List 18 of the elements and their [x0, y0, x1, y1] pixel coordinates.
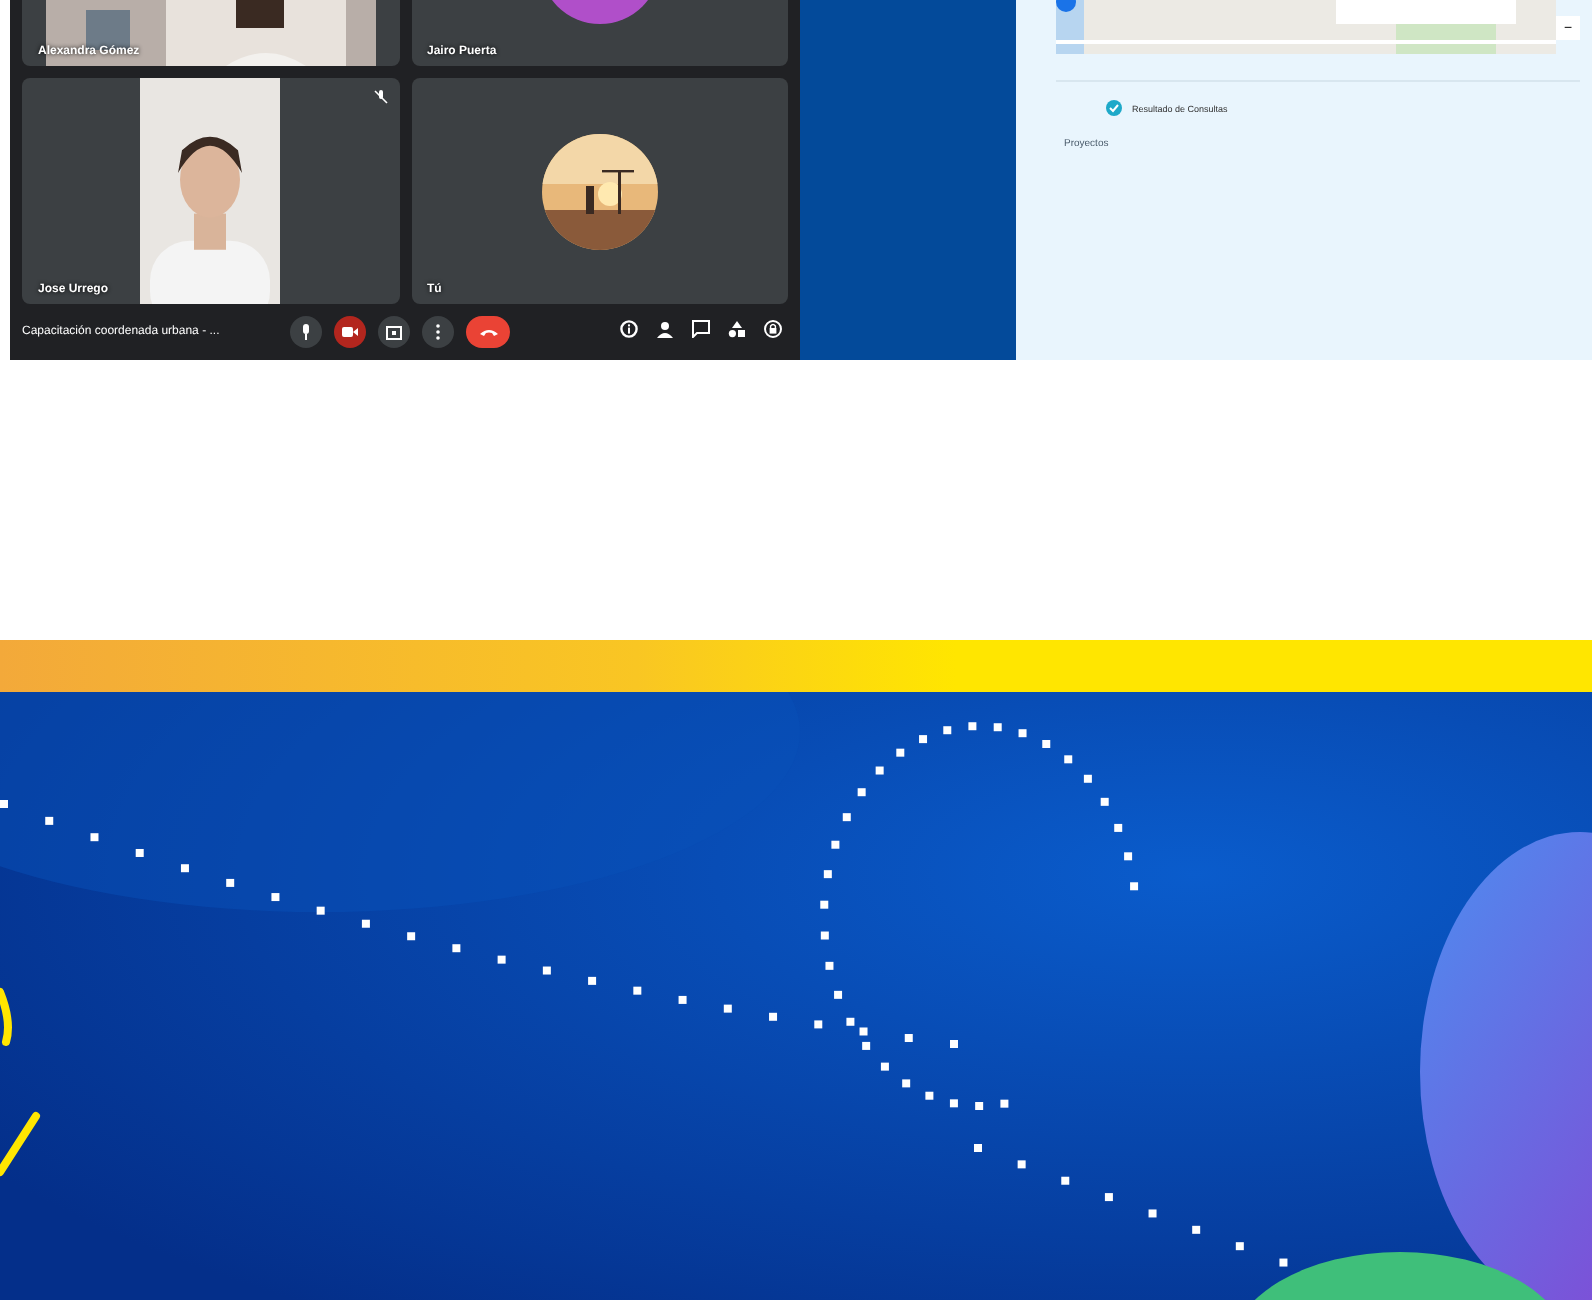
- shapes-icon: [728, 320, 746, 338]
- checkbox[interactable]: [1106, 100, 1122, 116]
- lock-icon: [764, 320, 782, 338]
- mic-icon: [300, 324, 312, 340]
- present-icon: [386, 325, 402, 339]
- hangup-button[interactable]: [466, 316, 510, 348]
- chat-button[interactable]: [692, 320, 716, 344]
- info-icon: [620, 320, 638, 338]
- hangup-icon: [479, 328, 497, 336]
- camera-icon: [342, 326, 358, 338]
- mic-button[interactable]: [290, 316, 322, 348]
- chat-icon: [692, 320, 710, 338]
- info-button[interactable]: [620, 320, 644, 344]
- more-button[interactable]: [422, 316, 454, 348]
- people-icon: [656, 320, 674, 338]
- present-button[interactable]: [378, 316, 410, 348]
- camera-button[interactable]: [334, 316, 366, 348]
- lock-button[interactable]: [764, 320, 788, 344]
